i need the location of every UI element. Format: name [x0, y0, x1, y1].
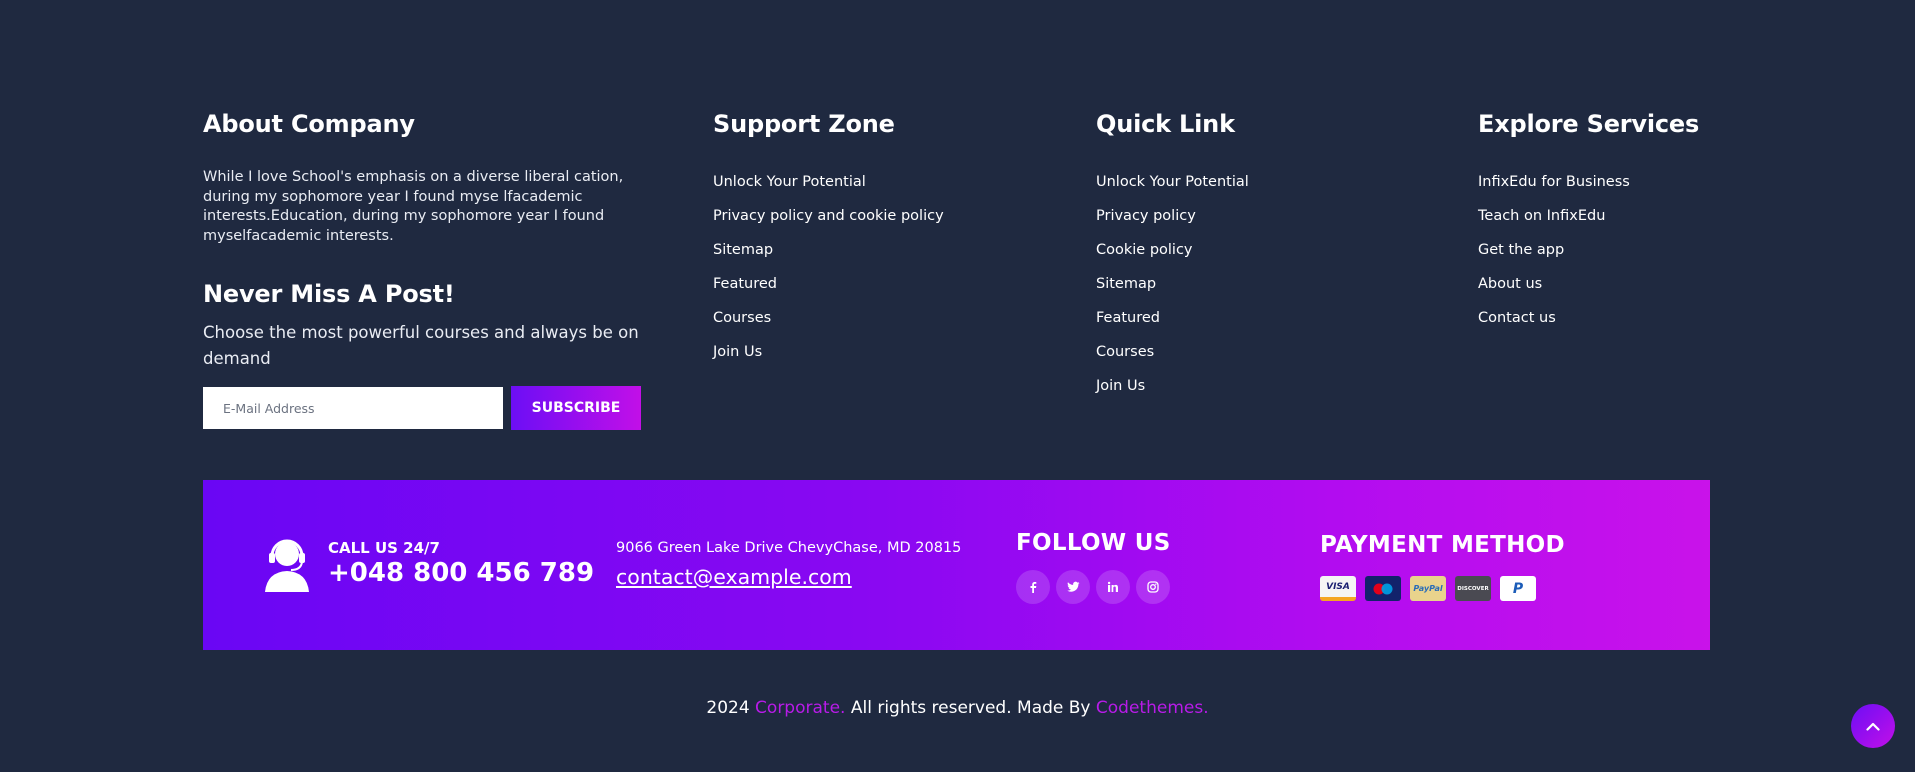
quick-link[interactable]: Privacy policy	[1096, 208, 1249, 242]
subscribe-button[interactable]: SUBSCRIBE	[511, 386, 641, 430]
quick-link-text[interactable]: Featured	[1096, 310, 1160, 326]
visa-card-icon: VISA	[1320, 576, 1356, 601]
explore-link[interactable]: InfixEdu for Business	[1478, 174, 1699, 208]
facebook-icon[interactable]	[1016, 570, 1050, 604]
explore-link-text[interactable]: Teach on InfixEdu	[1478, 208, 1605, 224]
address-text: 9066 Green Lake Drive ChevyChase, MD 208…	[616, 540, 962, 556]
instagram-icon[interactable]	[1136, 570, 1170, 604]
support-link[interactable]: Join Us	[713, 344, 944, 378]
author-link[interactable]: Codethemes.	[1096, 698, 1209, 718]
support-link-text[interactable]: Courses	[713, 310, 771, 326]
support-link[interactable]: Courses	[713, 310, 944, 344]
quick-link-text[interactable]: Join Us	[1096, 378, 1145, 394]
discover-card-icon: DISCOVER	[1455, 576, 1491, 601]
quick-link-text[interactable]: Sitemap	[1096, 276, 1156, 292]
support-zone-section: Support Zone Unlock Your Potential Priva…	[713, 110, 944, 378]
quick-link[interactable]: Courses	[1096, 344, 1249, 378]
email-input[interactable]	[203, 387, 503, 429]
call-label: CALL US 24/7	[328, 539, 440, 557]
quick-link-section: Quick Link Unlock Your Potential Privacy…	[1096, 110, 1249, 412]
support-title: Support Zone	[713, 110, 895, 138]
explore-link-text[interactable]: InfixEdu for Business	[1478, 174, 1630, 190]
paypal-card-icon: PayPal	[1410, 576, 1446, 601]
quick-link-text[interactable]: Privacy policy	[1096, 208, 1196, 224]
brand-link[interactable]: Corporate.	[755, 698, 845, 718]
quick-link[interactable]: Unlock Your Potential	[1096, 174, 1249, 208]
support-link[interactable]: Featured	[713, 276, 944, 310]
about-title: About Company	[203, 110, 415, 138]
email-link[interactable]: contact@example.com	[616, 565, 852, 589]
support-link[interactable]: Sitemap	[713, 242, 944, 276]
explore-link-text[interactable]: Get the app	[1478, 242, 1564, 258]
quick-link[interactable]: Featured	[1096, 310, 1249, 344]
support-link-text[interactable]: Sitemap	[713, 242, 773, 258]
paypal-logo-icon: P	[1500, 576, 1536, 601]
copyright-year: 2024	[706, 698, 750, 718]
contact-band: CALL US 24/7 +048 800 456 789 9066 Green…	[203, 480, 1710, 650]
newsletter-form: SUBSCRIBE	[203, 386, 643, 430]
support-link-text[interactable]: Privacy policy and cookie policy	[713, 208, 944, 224]
quick-link-title: Quick Link	[1096, 110, 1235, 138]
social-links	[1016, 570, 1170, 604]
maestro-card-icon	[1365, 576, 1401, 601]
explore-link[interactable]: Contact us	[1478, 310, 1699, 344]
support-agent-icon	[265, 539, 309, 592]
copyright-middle: All rights reserved. Made By	[850, 698, 1091, 718]
payment-cards: VISA PayPal DISCOVER P	[1320, 576, 1536, 601]
follow-title: FOLLOW US	[1016, 530, 1171, 556]
explore-link-text[interactable]: Contact us	[1478, 310, 1556, 326]
explore-link[interactable]: About us	[1478, 276, 1699, 310]
quick-link[interactable]: Cookie policy	[1096, 242, 1249, 276]
linkedin-icon[interactable]	[1096, 570, 1130, 604]
support-link[interactable]: Unlock Your Potential	[713, 174, 944, 208]
quick-link[interactable]: Join Us	[1096, 378, 1249, 412]
paypal-card-label: PayPal	[1413, 584, 1443, 593]
support-link-text[interactable]: Join Us	[713, 344, 762, 360]
back-to-top-button[interactable]	[1851, 704, 1895, 748]
twitter-icon[interactable]	[1056, 570, 1090, 604]
paypal-logo-label: P	[1512, 580, 1524, 597]
discover-card-label: DISCOVER	[1457, 585, 1489, 592]
explore-link[interactable]: Teach on InfixEdu	[1478, 208, 1699, 242]
explore-services-section: Explore Services InfixEdu for Business T…	[1478, 110, 1699, 344]
quick-link-text[interactable]: Courses	[1096, 344, 1154, 360]
visa-card-label: VISA	[1326, 581, 1350, 592]
quick-link[interactable]: Sitemap	[1096, 276, 1249, 310]
chevron-up-icon	[1866, 722, 1880, 731]
about-company-section: About Company While I love School's emph…	[203, 110, 643, 430]
about-description: While I love School's emphasis on a dive…	[203, 169, 624, 244]
phone-number[interactable]: +048 800 456 789	[328, 558, 594, 588]
support-link[interactable]: Privacy policy and cookie policy	[713, 208, 944, 242]
support-link-text[interactable]: Featured	[713, 276, 777, 292]
newsletter-title: Never Miss A Post!	[203, 280, 455, 308]
payment-title: PAYMENT METHOD	[1320, 532, 1565, 558]
quick-link-text[interactable]: Cookie policy	[1096, 242, 1193, 258]
explore-link[interactable]: Get the app	[1478, 242, 1699, 276]
explore-title: Explore Services	[1478, 110, 1700, 138]
copyright-text: 2024 Corporate. All rights reserved. Mad…	[0, 698, 1915, 718]
quick-link-text[interactable]: Unlock Your Potential	[1096, 174, 1249, 190]
explore-link-text[interactable]: About us	[1478, 276, 1542, 292]
support-link-text[interactable]: Unlock Your Potential	[713, 174, 866, 190]
newsletter-text: Choose the most powerful courses and alw…	[203, 323, 639, 368]
